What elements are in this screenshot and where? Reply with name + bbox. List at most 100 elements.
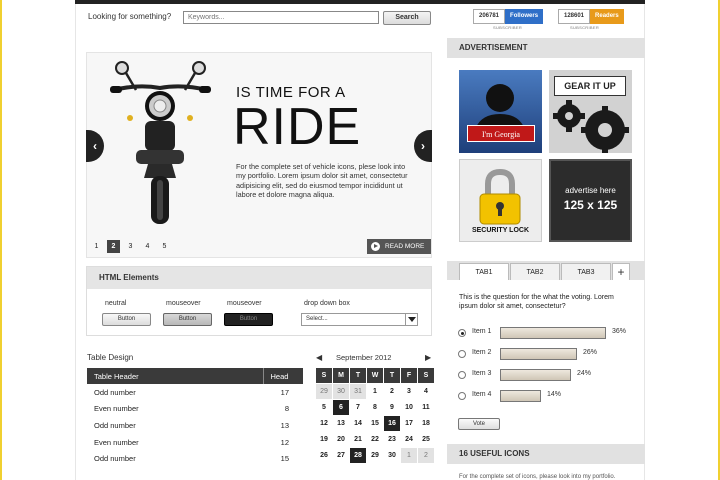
calendar-day[interactable]: 3 — [401, 384, 417, 399]
calendar-day[interactable]: 4 — [418, 384, 434, 399]
calendar-day[interactable]: 29 — [367, 448, 383, 463]
calendar-day-header: T — [384, 368, 400, 383]
followers-label: Followers — [505, 9, 544, 24]
poll-option[interactable]: Item 3 24% — [458, 368, 638, 383]
poll-percent: 26% — [583, 349, 598, 356]
table-title: Table Design — [87, 353, 134, 362]
add-tab-button[interactable]: + — [612, 263, 630, 280]
calendar-day[interactable]: 19 — [316, 432, 332, 447]
calendar-day[interactable]: 30 — [384, 448, 400, 463]
calendar-day[interactable]: 17 — [401, 416, 417, 431]
calendar-day[interactable]: 12 — [316, 416, 332, 431]
pager-item[interactable]: 3 — [124, 240, 137, 253]
calendar-day[interactable]: 13 — [333, 416, 349, 431]
calendar-day[interactable]: 14 — [350, 416, 366, 431]
calendar-day[interactable]: 20 — [333, 432, 349, 447]
radio-button[interactable] — [458, 329, 466, 337]
search-button[interactable]: Search — [383, 11, 431, 25]
calendar-day[interactable]: 22 — [367, 432, 383, 447]
calendar-day[interactable]: 2 — [384, 384, 400, 399]
calendar-day-header: W — [367, 368, 383, 383]
poll-bar — [500, 369, 571, 381]
vote-button[interactable]: Vote — [458, 418, 500, 430]
html-elements-title: HTML Elements — [87, 267, 431, 289]
read-more-button[interactable]: READ MORE — [367, 239, 431, 254]
data-table: Table Header Head Odd number 17 Even numb… — [87, 368, 303, 467]
calendar-day[interactable]: 5 — [316, 400, 332, 415]
calendar-day[interactable]: 25 — [418, 432, 434, 447]
pager-item[interactable]: 1 — [90, 240, 103, 253]
pager-item-active[interactable]: 2 — [107, 240, 120, 253]
table-row: Odd number 13 — [87, 417, 303, 434]
calendar-next-icon[interactable]: ▶ — [425, 353, 431, 362]
mouseover-button[interactable]: Button — [163, 313, 212, 326]
dropdown-label: drop down box — [304, 300, 350, 307]
calendar-day[interactable]: 24 — [401, 432, 417, 447]
calendar-day[interactable]: 31 — [350, 384, 366, 399]
poll-item-label: Item 1 — [472, 328, 492, 335]
tab-2[interactable]: TAB2 — [510, 263, 560, 280]
calendar-day[interactable]: 27 — [333, 448, 349, 463]
poll-question: This is the question for the what the vo… — [459, 294, 614, 310]
calendar-day[interactable]: 1 — [367, 384, 383, 399]
calendar-day-header: S — [316, 368, 332, 383]
calendar-month: September 2012 — [336, 353, 392, 362]
followers-counter[interactable]: 206781 Followers — [473, 9, 544, 24]
table-row: Even number 12 — [87, 434, 303, 451]
mousedown-button[interactable]: Button — [224, 313, 273, 326]
table-cell: 8 — [284, 404, 289, 414]
radio-button[interactable] — [458, 371, 466, 379]
followers-count: 206781 — [473, 9, 506, 24]
calendar-day[interactable]: 28 — [350, 448, 366, 463]
calendar-day[interactable]: 7 — [350, 400, 366, 415]
calendar-day[interactable]: 11 — [418, 400, 434, 415]
calendar-day-header: S — [418, 368, 434, 383]
table-cell: Even number — [94, 404, 139, 414]
chevron-down-icon — [405, 314, 417, 325]
calendar-day[interactable]: 30 — [333, 384, 349, 399]
calendar-prev-icon[interactable]: ◀ — [316, 353, 322, 362]
neutral-label: neutral — [105, 300, 127, 307]
gear-title: GEAR IT UP — [554, 76, 626, 96]
calendar-day[interactable]: 18 — [418, 416, 434, 431]
calendar-day[interactable]: 1 — [401, 448, 417, 463]
calendar-day-header: F — [401, 368, 417, 383]
poll-item-label: Item 3 — [472, 370, 492, 377]
calendar-day[interactable]: 10 — [401, 400, 417, 415]
poll-item-label: Item 2 — [472, 349, 492, 356]
table-row: Odd number 17 — [87, 384, 303, 401]
poll-option[interactable]: Item 1 36% — [458, 326, 638, 341]
readers-sub: SUBSCRIBER — [570, 25, 600, 30]
table-header-cell: Table Header — [87, 368, 263, 384]
slider-pager: 1 2 3 4 5 — [90, 240, 171, 253]
pager-item[interactable]: 4 — [141, 240, 154, 253]
poll-option[interactable]: Item 4 14% — [458, 389, 638, 404]
calendar-day[interactable]: 6 — [333, 400, 349, 415]
readers-label: Readers — [590, 9, 624, 24]
radio-button[interactable] — [458, 350, 466, 358]
neutral-button[interactable]: Button — [102, 313, 151, 326]
calendar-day[interactable]: 2 — [418, 448, 434, 463]
advertise-size: 125 x 125 — [563, 198, 618, 212]
followers-sub: SUBSCRIBER — [493, 25, 523, 30]
radio-button[interactable] — [458, 392, 466, 400]
tab-1[interactable]: TAB1 — [459, 263, 509, 280]
calendar-day[interactable]: 8 — [367, 400, 383, 415]
table-cell: 15 — [280, 454, 289, 464]
calendar-day[interactable]: 9 — [384, 400, 400, 415]
search-label: Looking for something? — [88, 12, 172, 21]
calendar-day[interactable]: 26 — [316, 448, 332, 463]
calendar-day[interactable]: 16 — [384, 416, 400, 431]
dropdown-select[interactable]: Select... — [301, 313, 418, 326]
motorcycle-image — [110, 61, 211, 224]
calendar-day[interactable]: 21 — [350, 432, 366, 447]
poll-option[interactable]: Item 2 26% — [458, 347, 638, 362]
readers-counter[interactable]: 128601 Readers — [558, 9, 624, 24]
search-input[interactable] — [183, 11, 379, 24]
tab-3[interactable]: TAB3 — [561, 263, 611, 280]
pager-item[interactable]: 5 — [158, 240, 171, 253]
calendar-day[interactable]: 23 — [384, 432, 400, 447]
calendar-day[interactable]: 29 — [316, 384, 332, 399]
poll-item-label: Item 4 — [472, 391, 492, 398]
calendar-day[interactable]: 15 — [367, 416, 383, 431]
